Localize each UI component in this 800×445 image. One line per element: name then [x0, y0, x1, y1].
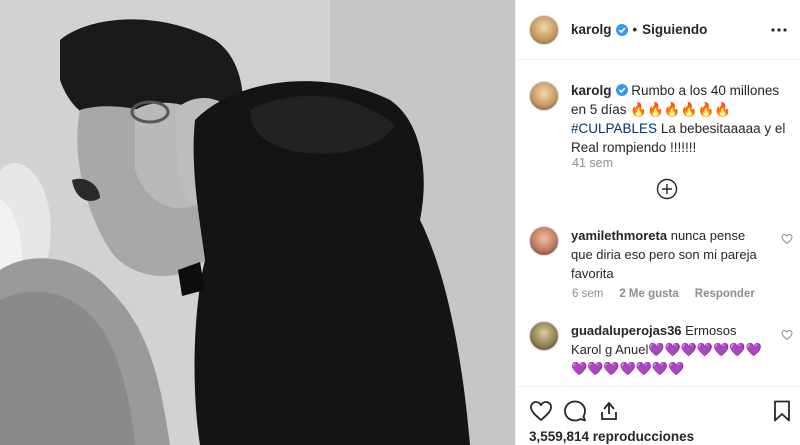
post-container: karolg • Siguiendo karolg Rumbo a los 40… — [0, 0, 800, 445]
post-header: karolg • Siguiendo — [516, 0, 800, 60]
action-bar: 3,559,814 reproducciones — [516, 386, 800, 445]
comment-item: guadaluperojas36 Ermosos Karol g Anuel💜💜… — [529, 321, 791, 378]
side-panel: karolg • Siguiendo karolg Rumbo a los 40… — [515, 0, 800, 445]
caption: karolg Rumbo a los 40 millones en 5 días… — [529, 81, 791, 157]
heart-icon[interactable] — [781, 233, 793, 245]
avatar[interactable] — [529, 81, 559, 111]
comment-text: yamilethmoreta nunca pense que diria eso… — [571, 226, 766, 283]
avatar[interactable] — [529, 14, 559, 45]
header-username[interactable]: karolg — [571, 22, 612, 37]
share-icon[interactable] — [597, 399, 621, 423]
avatar[interactable] — [529, 321, 559, 351]
caption-timestamp[interactable]: 41 sem — [572, 156, 613, 170]
comments-list[interactable]: karolg Rumbo a los 40 millones en 5 días… — [516, 61, 800, 386]
verified-icon — [615, 23, 628, 36]
view-count[interactable]: 3,559,814 reproducciones — [529, 429, 694, 444]
heart-icon[interactable] — [781, 329, 793, 341]
comment-text: guadaluperojas36 Ermosos Karol g Anuel💜💜… — [571, 321, 766, 378]
add-comment-icon[interactable] — [656, 178, 678, 200]
comment-icon[interactable] — [563, 399, 587, 423]
video-frame — [0, 0, 515, 445]
caption-username[interactable]: karolg — [571, 83, 612, 98]
reply-button[interactable]: Responder — [695, 288, 755, 300]
bookmark-icon[interactable] — [770, 399, 794, 423]
hashtag-link[interactable]: #CULPABLES — [571, 121, 657, 136]
comment-username[interactable]: yamilethmoreta — [571, 228, 667, 243]
separator-dot: • — [632, 22, 638, 37]
comment-likes[interactable]: 2 Me gusta — [619, 288, 678, 300]
more-icon[interactable] — [771, 22, 787, 38]
comment-username[interactable]: guadaluperojas36 — [571, 323, 682, 338]
comment-meta: 6 sem 2 Me gusta Responder — [572, 288, 755, 300]
post-video[interactable] — [0, 0, 515, 445]
heart-icon[interactable] — [529, 399, 553, 423]
verified-icon — [615, 84, 628, 96]
comment-item: yamilethmoreta nunca pense que diria eso… — [529, 226, 791, 283]
comment-timestamp[interactable]: 6 sem — [572, 288, 603, 300]
avatar[interactable] — [529, 226, 559, 256]
caption-text: karolg Rumbo a los 40 millones en 5 días… — [571, 81, 791, 157]
following-button[interactable]: Siguiendo — [642, 22, 707, 37]
